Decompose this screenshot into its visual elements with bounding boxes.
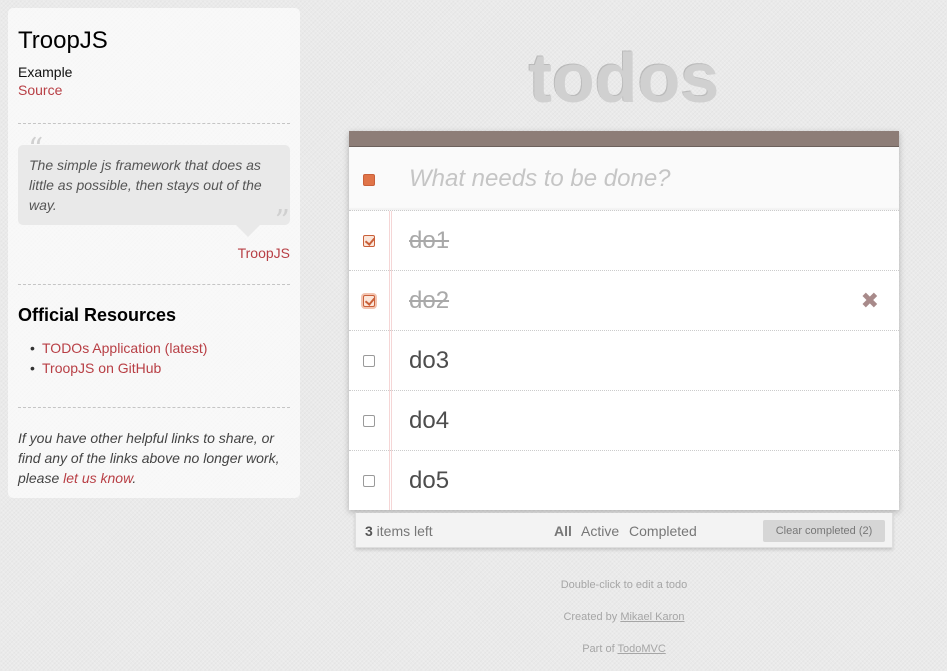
todo-list: do1 do2 ✖ do3 do4 do5: [349, 211, 899, 510]
todo-checkbox[interactable]: [363, 295, 375, 307]
filter-all[interactable]: All: [554, 523, 572, 539]
sidebar-title: TroopJS: [18, 27, 108, 54]
quote-author-link[interactable]: TroopJS: [238, 245, 290, 261]
todo-footer: 3 items left All Active Completed Clear …: [355, 513, 893, 548]
resources-title: Official Resources: [18, 305, 177, 325]
resource-item: TroopJS on GitHub: [30, 358, 207, 378]
todo-item[interactable]: do3: [349, 331, 899, 391]
close-quote-icon: ”: [274, 204, 290, 239]
let-us-know-link[interactable]: let us know: [63, 470, 132, 486]
todo-checkbox[interactable]: [363, 475, 375, 487]
todo-label[interactable]: do1: [409, 226, 449, 256]
new-todo-input[interactable]: [409, 164, 879, 194]
sidebar-footer: If you have other helpful links to share…: [18, 428, 290, 488]
edit-hint: Double-click to edit a todo: [560, 579, 688, 591]
source-link[interactable]: Source: [18, 81, 290, 99]
resource-link-todos-app[interactable]: TODOs Application (latest): [42, 340, 207, 356]
filters: All Active Completed: [554, 523, 703, 539]
quote: “ The simple js framework that does as l…: [18, 135, 290, 261]
sidebar: TroopJS Example Source “ The simple js f…: [8, 8, 300, 498]
example-label: Example: [18, 64, 73, 80]
resource-link-github[interactable]: TroopJS on GitHub: [42, 360, 161, 376]
clear-completed-button[interactable]: Clear completed (2): [763, 520, 885, 542]
delete-icon[interactable]: ✖: [861, 287, 879, 315]
todo-count: 3 items left: [365, 523, 433, 539]
part-of-text: Part of: [582, 643, 618, 655]
filter-completed[interactable]: Completed: [629, 523, 697, 539]
todo-label[interactable]: do4: [409, 406, 449, 436]
app-title: todos: [528, 39, 720, 117]
part-of: Part of TodoMVC: [349, 643, 899, 655]
author-link[interactable]: Mikael Karon: [620, 611, 684, 623]
todo-app: do1 do2 ✖ do3 do4 do5: [349, 131, 899, 510]
filter-active[interactable]: Active: [581, 523, 619, 539]
todomvc-link[interactable]: TodoMVC: [617, 643, 665, 655]
created-by-text: Created by: [563, 611, 621, 623]
resource-item: TODOs Application (latest): [30, 338, 207, 358]
todo-count-number: 3: [365, 523, 373, 539]
footer-period: .: [132, 470, 137, 486]
resources-list: TODOs Application (latest) TroopJS on Gi…: [30, 338, 207, 378]
todo-checkbox[interactable]: [363, 235, 375, 247]
new-todo-row: [349, 147, 899, 211]
divider: [18, 407, 290, 408]
todo-label[interactable]: do5: [409, 466, 449, 496]
todo-item[interactable]: do4: [349, 391, 899, 451]
todo-count-suffix: items left: [372, 523, 433, 539]
quote-text: The simple js framework that does as lit…: [18, 145, 290, 237]
todo-item[interactable]: do1: [349, 211, 899, 271]
toggle-all-checkbox[interactable]: [363, 174, 375, 186]
todo-item[interactable]: do5: [349, 451, 899, 510]
todo-label[interactable]: do3: [409, 346, 449, 376]
divider: [18, 123, 290, 124]
divider: [18, 284, 290, 285]
footer-text: If you have other helpful links to share…: [18, 430, 280, 486]
todo-checkbox[interactable]: [363, 415, 375, 427]
todo-checkbox[interactable]: [363, 355, 375, 367]
created-by: Created by Mikael Karon: [349, 611, 899, 623]
todo-label[interactable]: do2: [409, 286, 449, 316]
app-top-bar: [349, 131, 899, 147]
todo-item[interactable]: do2 ✖: [349, 271, 899, 331]
